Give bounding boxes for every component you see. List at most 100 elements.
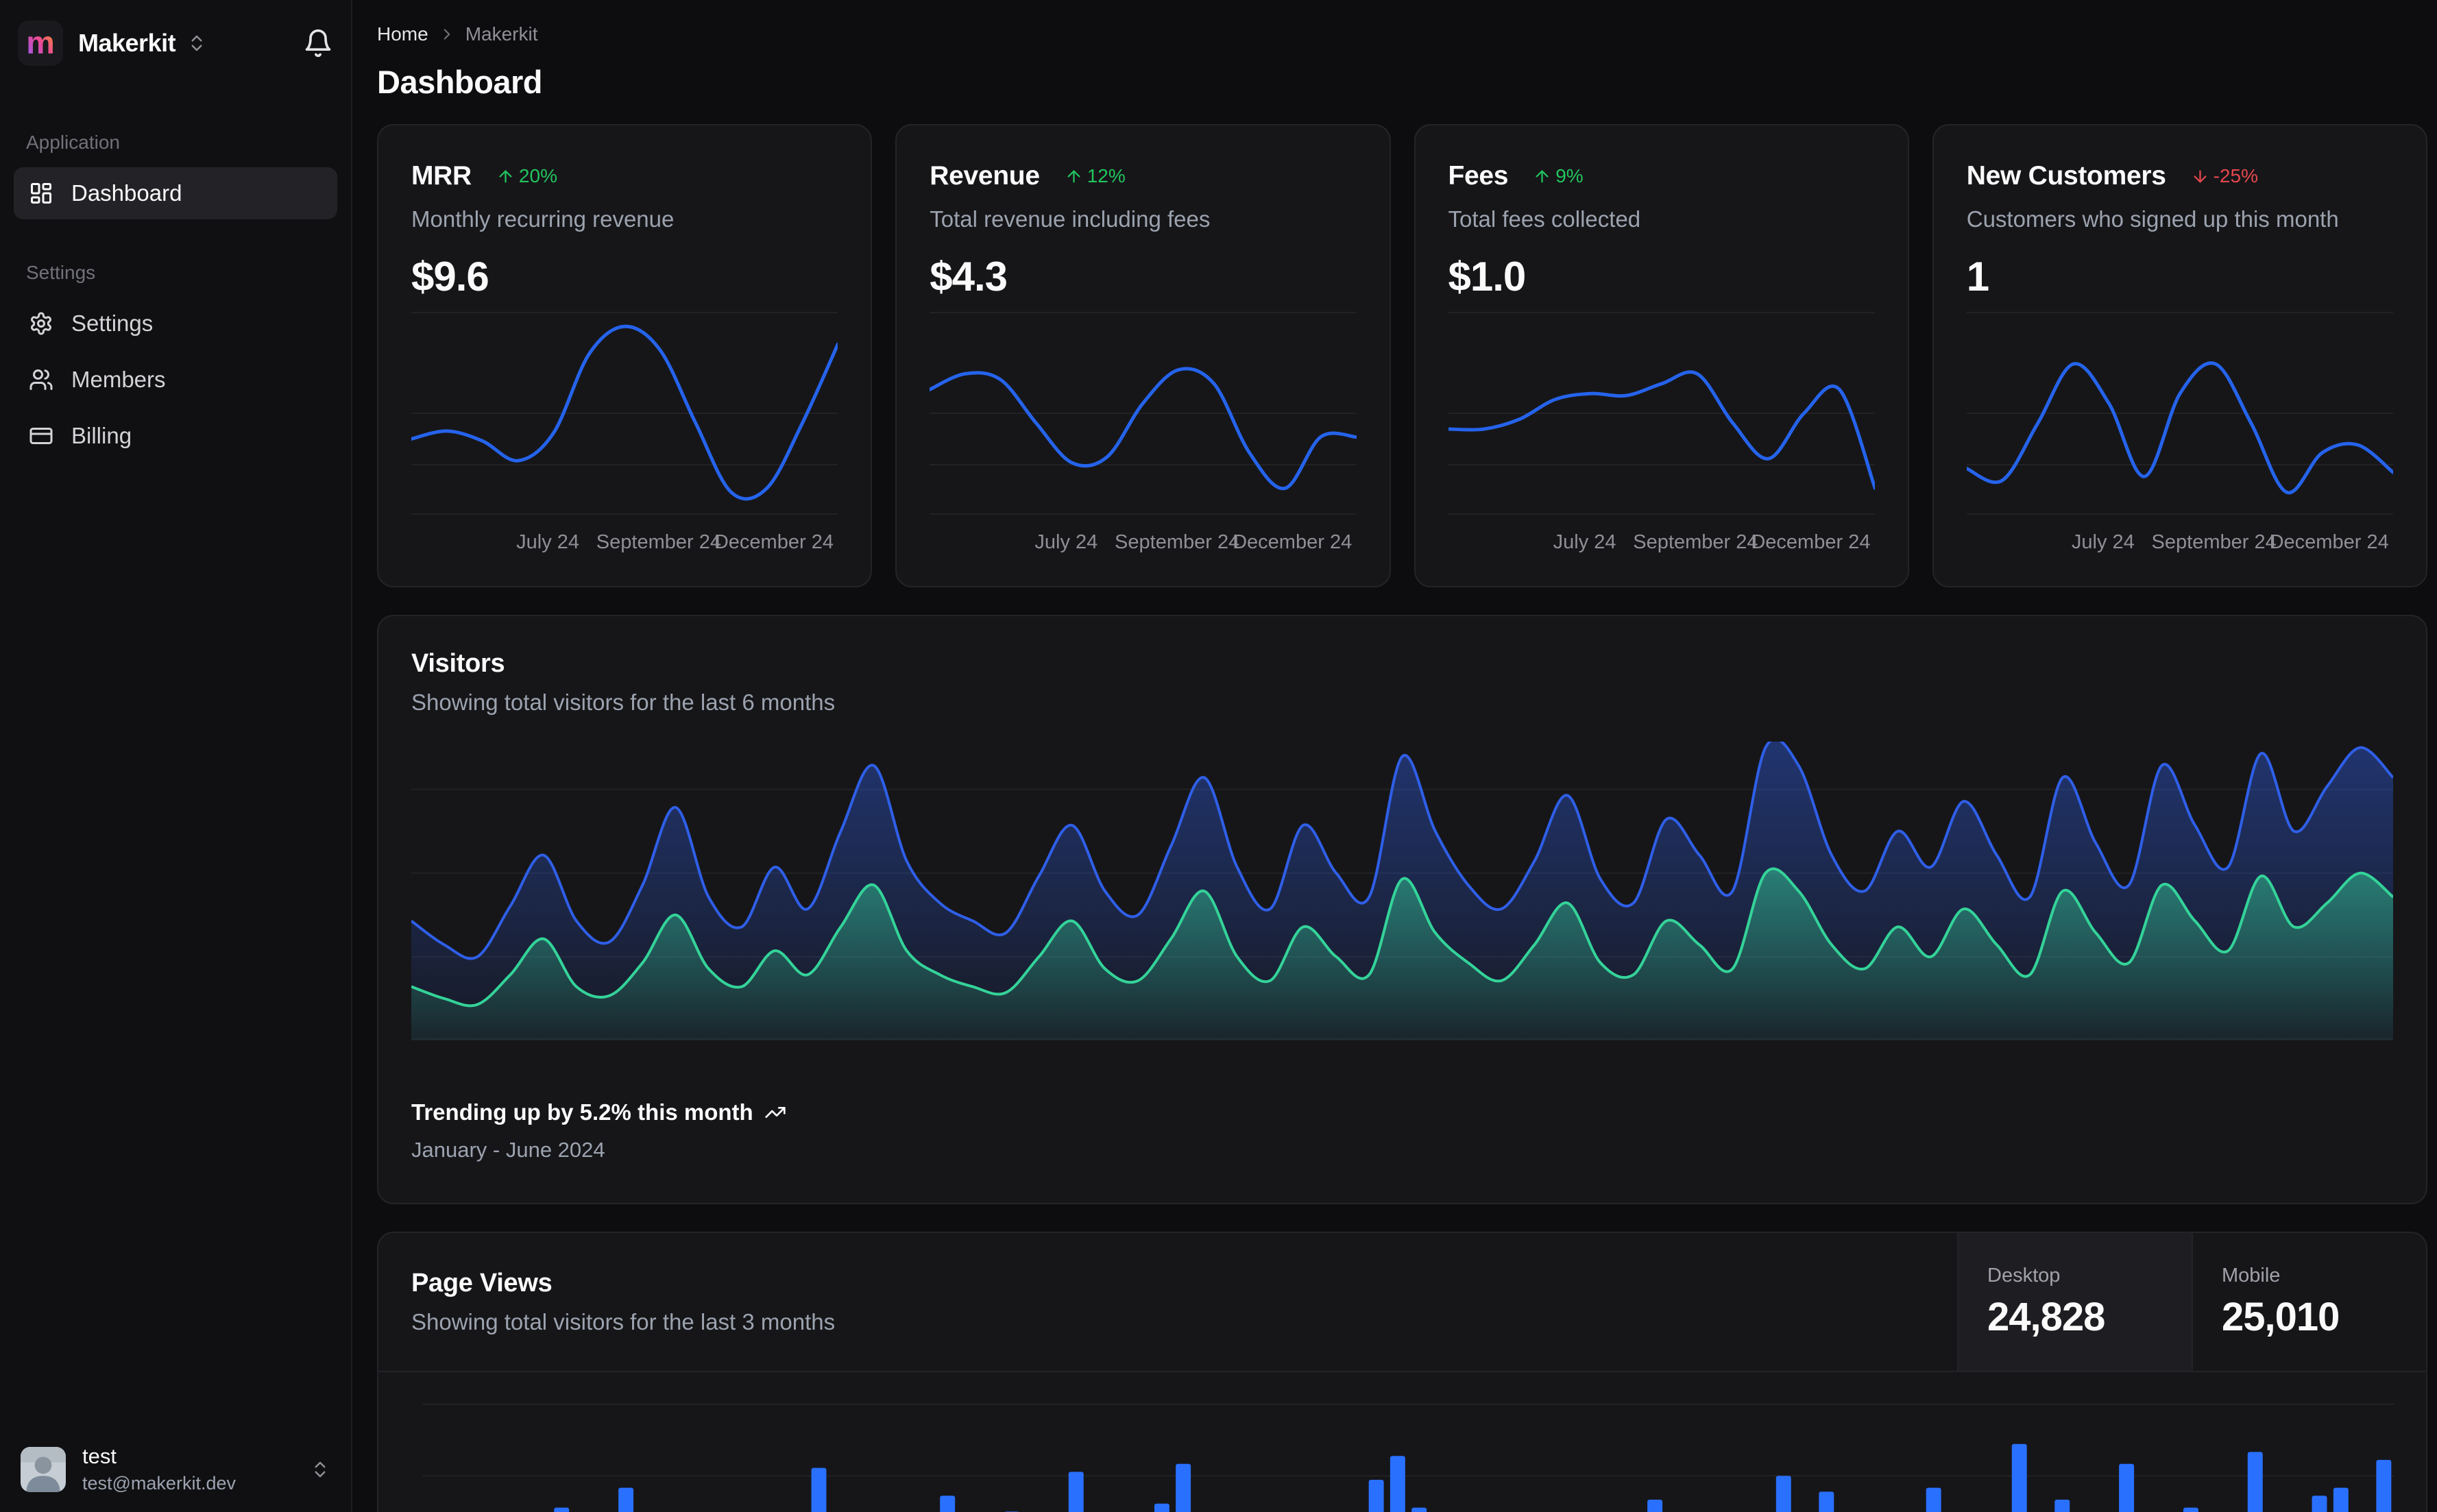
user-avatar xyxy=(21,1446,66,1492)
x-tick: December 24 xyxy=(2269,531,2389,553)
customers-sparkline-chart xyxy=(1967,310,2393,516)
bell-icon xyxy=(305,29,331,58)
sidebar-item-label: Settings xyxy=(71,310,154,336)
page-views-card: Page Views Showing total visitors for th… xyxy=(377,1232,2427,1512)
x-tick: September 24 xyxy=(2151,531,2277,553)
stat-card-header: Fees 9% xyxy=(1448,161,1875,191)
breadcrumb-home-link[interactable]: Home xyxy=(377,23,428,45)
page-views-header-text: Page Views Showing total visitors for th… xyxy=(378,1233,1957,1371)
x-axis-labels: July 24 September 24 December 24 xyxy=(1448,531,1875,559)
x-axis-labels: July 24 September 24 December 24 xyxy=(930,531,1356,559)
svg-text:m: m xyxy=(26,25,55,60)
visitors-subtitle: Showing total visitors for the last 6 mo… xyxy=(411,690,836,715)
trending-up-icon xyxy=(764,1101,786,1123)
visitors-date-range: January - June 2024 xyxy=(411,1138,605,1162)
chevrons-up-down-icon xyxy=(310,1459,330,1480)
user-meta: test test@makerkit.dev xyxy=(82,1444,236,1494)
visitors-area-chart xyxy=(411,742,2393,1040)
x-axis-labels: July 24 September 24 December 24 xyxy=(1967,531,2393,559)
x-tick: December 24 xyxy=(1751,531,1871,553)
stat-card-new-customers: New Customers -25% Customers who signed … xyxy=(1932,124,2427,587)
stat-subtitle: Monthly recurring revenue xyxy=(411,206,675,232)
stat-value: $9.6 xyxy=(411,254,489,300)
mobile-stat-label: Mobile xyxy=(2222,1264,2281,1287)
stat-value: $4.3 xyxy=(930,254,1008,300)
desktop-stat-value: 24,828 xyxy=(1987,1294,2105,1339)
mobile-stat-toggle[interactable]: Mobile 25,010 xyxy=(2192,1233,2426,1371)
chevron-right-icon xyxy=(438,25,456,43)
workspace-name: Makerkit xyxy=(78,29,176,57)
sidebar: m Makerkit Application Dashboard Setting… xyxy=(0,0,352,1512)
page-views-subtitle: Showing total visitors for the last 3 mo… xyxy=(411,1309,836,1334)
nav-section-label: Settings xyxy=(26,262,96,283)
notifications-button[interactable] xyxy=(303,28,333,58)
chevrons-up-down-icon xyxy=(186,33,207,53)
stat-title: Fees xyxy=(1448,161,1509,191)
user-email: test@makerkit.dev xyxy=(82,1473,236,1493)
sidebar-item-members[interactable]: Members xyxy=(14,354,337,406)
x-axis-labels: July 24 September 24 December 24 xyxy=(411,531,838,559)
sparkline-wrap: July 24 September 24 December 24 xyxy=(411,310,838,559)
stat-card-header: New Customers -25% xyxy=(1967,161,2393,191)
x-tick: July 24 xyxy=(1553,531,1616,553)
dashboard-icon xyxy=(29,181,53,206)
trend-badge: 9% xyxy=(1533,165,1584,187)
sidebar-item-settings[interactable]: Settings xyxy=(14,297,337,350)
sidebar-item-label: Billing xyxy=(71,423,132,448)
desktop-stat-toggle[interactable]: Desktop 24,828 xyxy=(1957,1233,2192,1371)
sparkline-wrap: July 24 September 24 December 24 xyxy=(1448,310,1875,559)
sidebar-item-label: Dashboard xyxy=(71,180,182,206)
stat-value: $1.0 xyxy=(1448,254,1527,300)
sidebar-nav: Application Dashboard Settings Settings xyxy=(0,132,351,466)
sidebar-item-dashboard[interactable]: Dashboard xyxy=(14,167,337,219)
x-tick: September 24 xyxy=(1633,531,1758,553)
trend-badge: 12% xyxy=(1065,165,1126,187)
stat-card-revenue: Revenue 12% Total revenue including fees… xyxy=(895,124,1391,587)
arrow-up-icon xyxy=(1533,167,1551,186)
stat-title: Revenue xyxy=(930,161,1040,191)
page-views-bar-chart xyxy=(422,1380,2394,1512)
mobile-stat-value: 25,010 xyxy=(2222,1294,2340,1339)
x-tick: September 24 xyxy=(1115,531,1240,553)
sparkline-wrap: July 24 September 24 December 24 xyxy=(930,310,1356,559)
revenue-sparkline-chart xyxy=(930,310,1356,516)
visitors-card: Visitors Showing total visitors for the … xyxy=(377,615,2427,1204)
breadcrumb: Home Makerkit xyxy=(377,23,2427,45)
settings-icon xyxy=(29,311,53,336)
main-content: Home Makerkit Dashboard MRR 20% Monthly … xyxy=(352,0,2437,1512)
stat-card-header: Revenue 12% xyxy=(930,161,1356,191)
brand-logo: m xyxy=(18,21,63,66)
workspace-switcher[interactable]: Makerkit xyxy=(78,29,207,58)
stat-title: MRR xyxy=(411,161,472,191)
trend-badge: -25% xyxy=(2191,165,2258,187)
stat-title: New Customers xyxy=(1966,161,2166,191)
x-tick: July 24 xyxy=(516,531,580,553)
sidebar-header: m Makerkit xyxy=(0,0,351,86)
nav-section-label: Application xyxy=(26,132,120,153)
arrow-up-icon xyxy=(496,167,515,186)
mrr-sparkline-chart xyxy=(411,310,838,516)
fees-sparkline-chart xyxy=(1448,310,1875,516)
sparkline-wrap: July 24 September 24 December 24 xyxy=(1967,310,2393,559)
arrow-down-icon xyxy=(2191,167,2209,186)
sidebar-item-label: Members xyxy=(71,367,166,392)
trend-badge: 20% xyxy=(496,165,557,187)
visitors-footer: Trending up by 5.2% this month January -… xyxy=(411,1099,2393,1162)
visitors-trend-line: Trending up by 5.2% this month xyxy=(411,1099,2393,1125)
stat-cards-grid: MRR 20% Monthly recurring revenue $9.6 J… xyxy=(377,124,2427,587)
x-tick: September 24 xyxy=(596,531,721,553)
page-views-header: Page Views Showing total visitors for th… xyxy=(378,1233,2426,1372)
desktop-stat-label: Desktop xyxy=(1987,1264,2061,1287)
user-menu[interactable]: test test@makerkit.dev xyxy=(0,1426,351,1512)
dashboard-page: m Makerkit Application Dashboard Setting… xyxy=(0,0,2437,1512)
sidebar-item-billing[interactable]: Billing xyxy=(14,410,337,462)
x-tick: July 24 xyxy=(1034,531,1098,553)
stat-subtitle: Total revenue including fees xyxy=(930,206,1211,232)
x-tick: December 24 xyxy=(1233,531,1353,553)
stat-card-mrr: MRR 20% Monthly recurring revenue $9.6 J… xyxy=(377,124,873,587)
user-name: test xyxy=(82,1444,117,1468)
members-icon xyxy=(29,367,53,392)
stat-card-header: MRR 20% xyxy=(411,161,838,191)
billing-icon xyxy=(29,424,53,448)
x-tick: December 24 xyxy=(714,531,834,553)
